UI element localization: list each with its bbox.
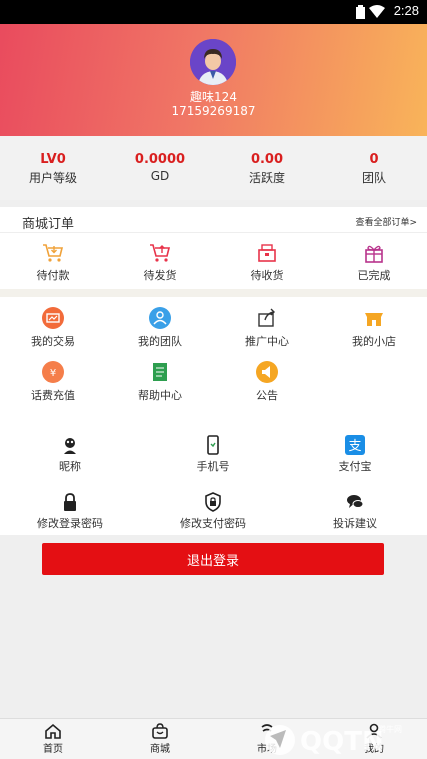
menu-label: 公告: [256, 389, 278, 402]
stat-gd[interactable]: 0.0000 GD: [107, 152, 213, 183]
setting-mobile[interactable]: 手机号: [143, 435, 283, 474]
nav-label: 商城: [150, 744, 170, 755]
menu-label: 我的交易: [31, 335, 75, 348]
stat-value: 0.0000: [134, 152, 186, 167]
setting-alipay[interactable]: 支 支付宝: [285, 435, 425, 474]
stat-value: 0.00: [250, 152, 284, 167]
stat-value: LV0: [40, 152, 66, 167]
menu-my-shop[interactable]: 我的小店: [321, 307, 427, 349]
shop-icon: [363, 307, 385, 329]
menu-my-team[interactable]: 我的团队: [107, 307, 213, 349]
shield-lock-icon: [205, 492, 221, 512]
stat-label: 活跃度: [248, 171, 285, 185]
setting-change-login-password[interactable]: 修改登录密码: [0, 492, 140, 531]
cart-ship-icon: [150, 244, 171, 262]
setting-label: 支付宝: [338, 460, 372, 473]
gift-icon: [365, 245, 383, 263]
svg-text:支: 支: [348, 439, 361, 454]
phone-charge-icon: ¥: [42, 361, 64, 383]
profile-header: 趣味124 17159269187: [0, 24, 427, 136]
menu-label: 我的团队: [138, 335, 182, 348]
menu-help-center[interactable]: 帮助中心: [107, 361, 213, 403]
nav-home[interactable]: 首页: [23, 723, 83, 755]
menu-label: 我的小店: [352, 335, 396, 348]
function-grid: 我的交易 我的团队 推广中心 我的小店 ¥ 话费充值 帮助中心 公告 昵称 手机…: [0, 297, 427, 535]
mobile-icon: [207, 435, 219, 455]
menu-label: 帮助中心: [138, 389, 182, 402]
wifi-icon: [369, 5, 385, 18]
mall-icon: [152, 723, 168, 739]
stat-activity[interactable]: 0.00 活跃度: [214, 152, 320, 186]
nav-label: 首页: [43, 744, 63, 755]
order-pending-receipt[interactable]: 待收货: [214, 243, 320, 283]
stat-value: 0: [369, 152, 379, 167]
feedback-icon: [347, 495, 364, 508]
mall-orders-section: 商城订单 查看全部订单> 待付款 待发货 待收货 已完成: [0, 207, 427, 289]
help-icon: [149, 361, 171, 383]
avatar[interactable]: [190, 39, 236, 85]
announcement-icon: [256, 361, 278, 383]
menu-promotion-center[interactable]: 推广中心: [214, 307, 320, 349]
avatar-icon: [190, 39, 236, 85]
setting-label: 昵称: [59, 460, 81, 473]
order-completed[interactable]: 已完成: [321, 243, 427, 283]
setting-label: 投诉建议: [333, 517, 377, 530]
package-icon: [258, 244, 276, 262]
status-time: 2:28: [393, 3, 419, 18]
order-label: 已完成: [357, 269, 391, 282]
user-name: 趣味124: [190, 90, 237, 104]
nav-mall[interactable]: 商城: [130, 723, 190, 755]
battery-icon: [356, 5, 365, 19]
watermark-logo: QQTN 腾牛网: [265, 724, 402, 757]
orders-header: 商城订单 查看全部订单>: [0, 207, 427, 233]
menu-my-trades[interactable]: 我的交易: [0, 307, 106, 349]
setting-label: 修改支付密码: [180, 517, 246, 530]
menu-phone-recharge[interactable]: ¥ 话费充值: [0, 361, 106, 403]
setting-nickname[interactable]: 昵称: [0, 435, 140, 474]
trade-icon: [42, 307, 64, 329]
team-icon: [149, 307, 171, 329]
order-label: 待发货: [143, 269, 177, 282]
lock-icon: [64, 493, 76, 511]
logout-button[interactable]: 退出登录: [42, 543, 384, 575]
orders-title: 商城订单: [22, 217, 75, 232]
stats-bar: LV0 用户等级 0.0000 GD 0.00 活跃度 0 团队: [0, 136, 427, 200]
svg-text:¥: ¥: [50, 368, 56, 379]
watermark-text: QQTN: [300, 727, 384, 757]
setting-change-pay-password[interactable]: 修改支付密码: [143, 492, 283, 531]
menu-label: 话费充值: [31, 389, 75, 402]
status-bar: 2:28: [0, 0, 427, 24]
order-label: 待付款: [36, 269, 70, 282]
menu-announcement[interactable]: 公告: [214, 361, 320, 403]
nickname-icon: [64, 438, 76, 454]
home-icon: [45, 723, 61, 739]
stat-label: 用户等级: [28, 171, 77, 185]
setting-label: 修改登录密码: [37, 517, 103, 530]
stat-user-level[interactable]: LV0 用户等级: [0, 152, 106, 186]
order-label: 待收货: [250, 269, 284, 282]
setting-label: 手机号: [196, 460, 230, 473]
cart-pay-icon: [43, 244, 64, 262]
alipay-icon: 支: [345, 435, 365, 455]
order-pending-shipment[interactable]: 待发货: [107, 243, 213, 283]
menu-label: 推广中心: [245, 335, 289, 348]
stat-label: GD: [150, 169, 170, 183]
stat-team[interactable]: 0 团队: [321, 152, 427, 186]
user-phone: 17159269187: [171, 104, 256, 118]
order-pending-payment[interactable]: 待付款: [0, 243, 106, 283]
view-all-orders-link[interactable]: 查看全部订单>: [355, 215, 417, 228]
share-icon: [256, 307, 278, 329]
stat-label: 团队: [361, 171, 386, 185]
setting-feedback[interactable]: 投诉建议: [285, 492, 425, 531]
section-divider: [0, 289, 427, 297]
watermark-sub: 腾牛网: [378, 724, 402, 734]
